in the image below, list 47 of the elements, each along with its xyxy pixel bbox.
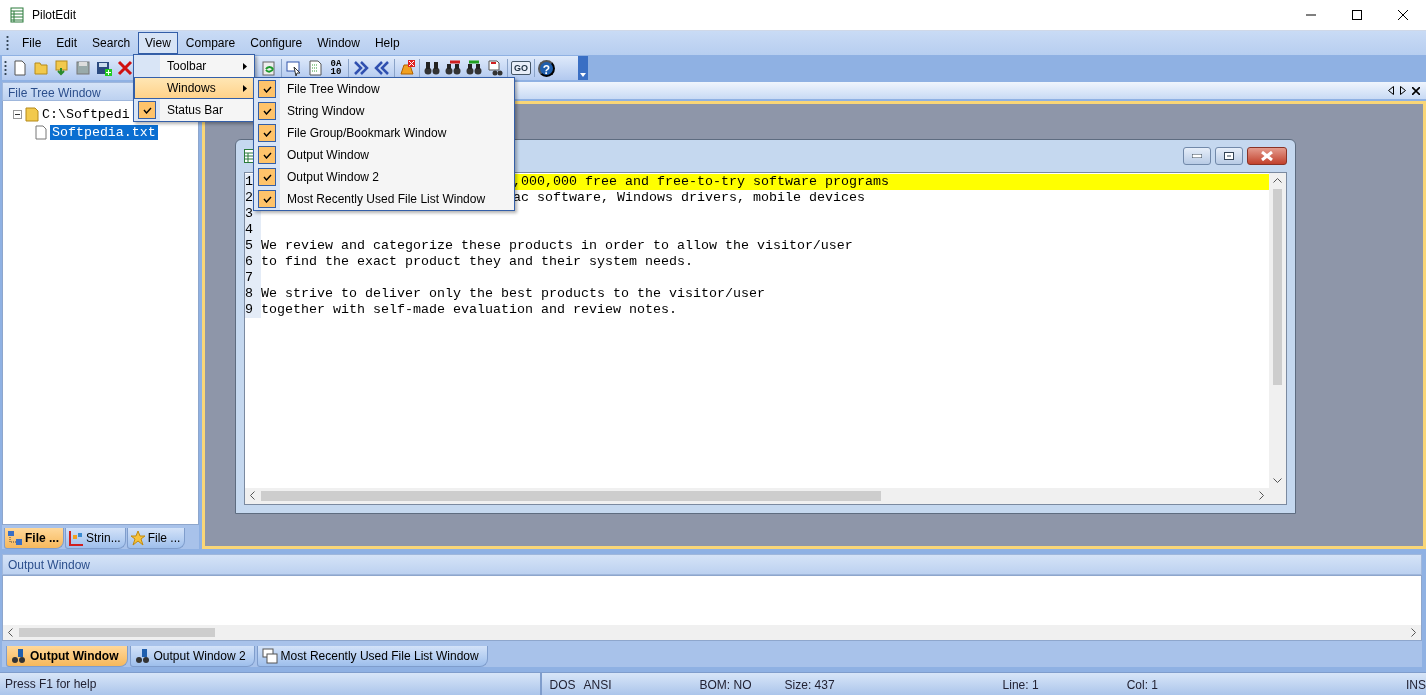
menu-item[interactable]: File Group/Bookmark Window (254, 122, 514, 144)
tree-item[interactable]: Softpedia.txt (50, 124, 158, 140)
status-message: Press F1 for help (0, 673, 542, 695)
panel-tab[interactable]: Output Window 2 (129, 646, 255, 667)
line-number: 6 (245, 254, 261, 270)
menu-item[interactable]: Windows (134, 77, 254, 99)
menu-item[interactable]: Search (85, 32, 138, 54)
status-field: ANSI (575, 677, 612, 692)
menu-item[interactable]: Output Window (254, 144, 514, 166)
panel-tab[interactable]: Output Window (6, 646, 128, 667)
window-title: PilotEdit (32, 8, 77, 22)
menu-item[interactable]: File Tree Window (254, 78, 514, 100)
code-line: to find the exact product they and their system needs. (261, 254, 693, 269)
status-field: Size: 437 (776, 677, 835, 692)
menu-item[interactable]: File (15, 32, 49, 54)
tree-item[interactable]: C:\Softpedi (42, 106, 130, 122)
menu-item[interactable]: Help (367, 32, 407, 54)
menu-item[interactable]: Configure (243, 32, 310, 54)
go-button[interactable]: GO (511, 61, 531, 75)
code-line: ,000,000 free and free-to-try software programs (513, 174, 889, 189)
panel-tab[interactable]: File ... (4, 528, 64, 549)
status-field: INS (1398, 677, 1426, 692)
status-field: Line: 1 (994, 677, 1039, 692)
status-field: DOS (541, 677, 576, 692)
menu-item[interactable]: Toolbar (134, 55, 254, 77)
panel-title: Output Window (2, 554, 1422, 575)
line-number: 5 (245, 238, 261, 254)
line-number: 7 (245, 270, 261, 286)
menu-item[interactable]: Compare (178, 32, 243, 54)
menu-item[interactable]: Status Bar (134, 99, 254, 121)
menu-item[interactable]: Window (310, 32, 367, 54)
panel-tab[interactable]: File ... (126, 528, 186, 549)
line-number: 9 (245, 302, 261, 318)
help-button[interactable]: ? (538, 59, 555, 77)
line-number: 8 (245, 286, 261, 302)
menu-item[interactable]: Edit (49, 32, 85, 54)
menu-item[interactable]: String Window (254, 100, 514, 122)
line-number: 4 (245, 222, 261, 238)
code-line: together with self-made evaluation and review notes. (261, 302, 677, 317)
menu-item[interactable]: View (138, 32, 178, 54)
status-field: Col: 1 (1118, 677, 1158, 692)
panel-tab[interactable]: Strin... (65, 528, 126, 549)
panel-tab[interactable]: Most Recently Used File List Window (256, 646, 488, 667)
status-field: BOM: NO (691, 677, 752, 692)
code-line: We review and categorize these products in order to allow the visitor/user (261, 238, 853, 253)
code-line: We strive to deliver only the best products to the visitor/user (261, 286, 765, 301)
sort-button[interactable]: 0A 10 (327, 59, 345, 77)
